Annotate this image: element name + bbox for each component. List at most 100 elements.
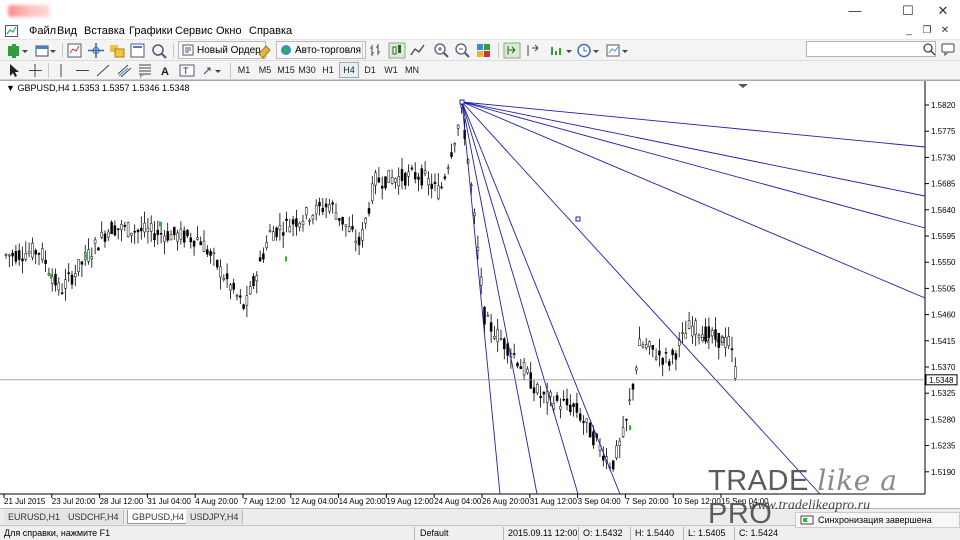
candle-body bbox=[397, 176, 400, 187]
templates-icon[interactable] bbox=[605, 42, 631, 59]
search-icon[interactable] bbox=[922, 42, 936, 56]
new-chart-icon[interactable] bbox=[6, 42, 30, 59]
close-button[interactable]: ✕ bbox=[928, 0, 958, 22]
autoscroll-icon[interactable] bbox=[503, 42, 521, 59]
bull-marker bbox=[159, 221, 161, 227]
timeframe-h1[interactable]: H1 bbox=[318, 62, 338, 78]
timeframe-m5[interactable]: M5 bbox=[255, 62, 275, 78]
menu-file[interactable]: Файл bbox=[29, 25, 56, 37]
price-label: 1.5820 bbox=[931, 101, 956, 110]
menu-view[interactable]: Вид bbox=[57, 25, 77, 37]
tab-eurusd[interactable]: EURUSD,H1 bbox=[4, 510, 66, 524]
crosshair-move-icon[interactable] bbox=[87, 42, 105, 59]
candle-body bbox=[202, 240, 206, 252]
profiles-icon[interactable] bbox=[34, 42, 58, 59]
mdi-restore-button[interactable]: ❐ bbox=[920, 22, 934, 40]
bar-chart-icon[interactable] bbox=[367, 42, 385, 59]
fan-origin-handle[interactable] bbox=[459, 99, 465, 105]
tab-usdchf[interactable]: USDCHF,H4 bbox=[64, 510, 124, 524]
time-label: 23 Jul 20:00 bbox=[52, 497, 96, 506]
candle-body bbox=[31, 242, 34, 258]
indicators-icon[interactable] bbox=[549, 42, 575, 59]
trendline-icon[interactable] bbox=[95, 62, 111, 79]
timeframe-h4[interactable]: H4 bbox=[339, 62, 359, 78]
time-label: 31 Aug 12:00 bbox=[530, 497, 578, 506]
price-chart[interactable]: 77 40 1.5820 1.5775 1.5730 1.5685 1.5640 1.559… bbox=[0, 81, 960, 508]
fibonacci-icon[interactable]: F bbox=[137, 62, 153, 79]
candle-body bbox=[100, 231, 103, 238]
menu-insert[interactable]: Вставка bbox=[84, 25, 125, 37]
chat-icon[interactable] bbox=[941, 42, 955, 56]
candle-body bbox=[611, 460, 615, 470]
candle-body bbox=[390, 177, 394, 184]
candle-body bbox=[635, 367, 638, 371]
zoom-out-icon[interactable] bbox=[454, 42, 472, 59]
timeframe-mn[interactable]: MN bbox=[402, 62, 422, 78]
autotrade-button[interactable]: Авто-торговля bbox=[276, 41, 367, 59]
search-input[interactable] bbox=[806, 41, 936, 57]
price-label: 1.5730 bbox=[931, 153, 956, 162]
equidistant-channel-icon[interactable] bbox=[116, 62, 132, 79]
timeframe-m15[interactable]: M15 bbox=[276, 62, 296, 78]
tile-windows-icon[interactable] bbox=[475, 42, 493, 59]
periods-icon[interactable] bbox=[576, 42, 602, 59]
tab-gbpusd[interactable]: GBPUSD,H4 bbox=[127, 510, 190, 524]
menu-window[interactable]: Окно bbox=[216, 25, 242, 37]
candle-body bbox=[298, 222, 301, 228]
arrows-icon[interactable] bbox=[201, 62, 225, 79]
candle-body bbox=[77, 259, 80, 272]
candle-body bbox=[681, 332, 684, 334]
candle-body bbox=[97, 247, 100, 251]
candle-body bbox=[420, 168, 424, 186]
candle-body bbox=[34, 250, 37, 255]
candle-body bbox=[219, 266, 222, 278]
candle-body bbox=[14, 251, 18, 262]
candle-body bbox=[631, 383, 635, 390]
timeframe-m30[interactable]: M30 bbox=[297, 62, 317, 78]
candle-body bbox=[648, 341, 651, 347]
market-watch-icon[interactable] bbox=[66, 42, 84, 59]
new-order-button[interactable]: Новый Ордер bbox=[178, 41, 266, 59]
text-label-icon[interactable]: T bbox=[179, 62, 195, 79]
text-tool-icon[interactable]: A bbox=[158, 62, 174, 79]
candle-body bbox=[212, 252, 216, 254]
timeframe-m1[interactable]: M1 bbox=[234, 62, 254, 78]
sync-notification[interactable]: Синхронизация завершена bbox=[795, 512, 960, 528]
strategy-tester-icon[interactable] bbox=[150, 42, 168, 59]
maximize-button[interactable]: ☐ bbox=[893, 0, 923, 22]
timeframe-w1[interactable]: W1 bbox=[381, 62, 401, 78]
tab-usdjpy[interactable]: USDJPY,H4 bbox=[186, 510, 244, 524]
candle-body bbox=[628, 399, 631, 402]
candle-body bbox=[37, 253, 41, 255]
metaeditor-icon[interactable] bbox=[256, 42, 274, 59]
chart-window-icon[interactable] bbox=[5, 25, 18, 37]
candle-body bbox=[338, 218, 341, 221]
terminal-icon[interactable] bbox=[129, 42, 147, 59]
horizontal-line-icon[interactable] bbox=[74, 62, 90, 79]
minimize-button[interactable]: — bbox=[840, 0, 870, 22]
chart-shift-icon[interactable] bbox=[524, 42, 542, 59]
vertical-line-icon[interactable] bbox=[53, 62, 69, 79]
candle-body bbox=[239, 295, 242, 298]
new-order-label: Новый Ордер bbox=[197, 44, 261, 56]
chart-menu-arrow-icon[interactable]: ▼ bbox=[6, 83, 15, 93]
candlesticks-icon[interactable] bbox=[388, 42, 406, 59]
menu-charts[interactable]: Графики bbox=[129, 25, 173, 37]
mdi-close-button[interactable]: ✕ bbox=[938, 22, 952, 40]
candle-body bbox=[473, 212, 476, 217]
menu-help[interactable]: Справка bbox=[249, 25, 292, 37]
crosshair-icon[interactable] bbox=[27, 62, 43, 79]
zoom-in-icon[interactable] bbox=[433, 42, 451, 59]
fan-handle[interactable] bbox=[575, 216, 581, 222]
candle-body bbox=[664, 352, 668, 354]
candle-body bbox=[427, 178, 430, 186]
timeframe-d1[interactable]: D1 bbox=[360, 62, 380, 78]
line-chart-icon[interactable] bbox=[409, 42, 427, 59]
menu-tools[interactable]: Сервис bbox=[175, 25, 213, 37]
mdi-minimize-button[interactable]: _ bbox=[902, 22, 916, 40]
candle-body bbox=[371, 183, 374, 202]
navigator-icon[interactable] bbox=[108, 42, 126, 59]
candle-body bbox=[11, 252, 14, 257]
cursor-icon[interactable] bbox=[6, 62, 22, 79]
candle-body bbox=[407, 171, 410, 177]
